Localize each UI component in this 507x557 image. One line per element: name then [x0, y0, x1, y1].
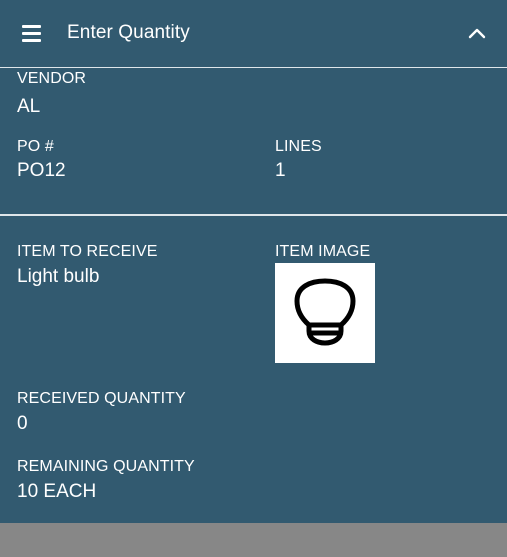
remaining-quantity-value: 10 EACH [17, 481, 97, 502]
header-divider [0, 67, 507, 68]
item-image [275, 263, 375, 363]
item-image-label: ITEM IMAGE [275, 243, 371, 260]
page-title: Enter Quantity [67, 22, 190, 43]
hamburger-menu-icon[interactable] [22, 24, 41, 42]
remaining-quantity-label: REMAINING QUANTITY [17, 458, 195, 475]
item-to-receive-value: Light bulb [17, 266, 100, 287]
vendor-value: AL [17, 96, 41, 117]
receive-panel: Enter Quantity VENDOR AL PO # PO12 LINES… [0, 0, 507, 523]
vendor-label: VENDOR [17, 70, 87, 87]
footer-bar [0, 523, 507, 557]
lines-value: 1 [275, 160, 286, 181]
received-quantity-label: RECEIVED QUANTITY [17, 390, 186, 407]
chevron-up-icon[interactable] [466, 22, 488, 44]
received-quantity-value: 0 [17, 413, 28, 434]
lines-label: LINES [275, 138, 322, 155]
panel-header: Enter Quantity [0, 0, 507, 67]
light-bulb-icon [294, 278, 356, 346]
item-to-receive-label: ITEM TO RECEIVE [17, 243, 158, 260]
po-number-value: PO12 [17, 160, 66, 181]
section-divider [0, 214, 507, 216]
po-number-label: PO # [17, 138, 54, 155]
